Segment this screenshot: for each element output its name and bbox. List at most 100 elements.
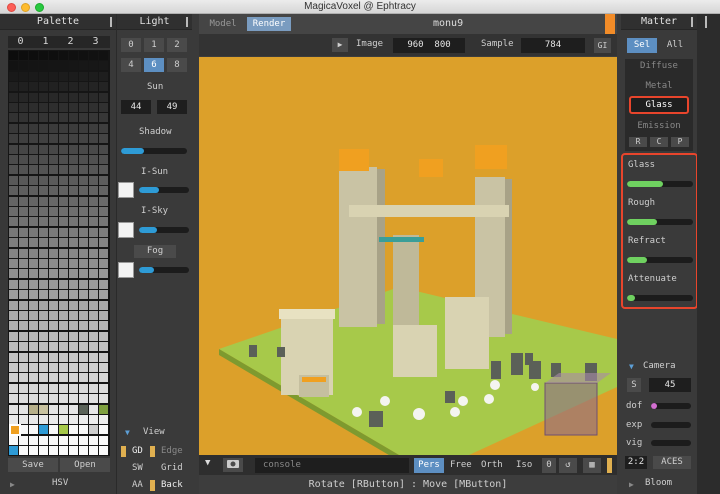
- palette-color-cell[interactable]: [89, 186, 98, 196]
- palette-color-cell[interactable]: [89, 300, 98, 310]
- palette-color-cell[interactable]: [9, 51, 18, 60]
- palette-color-cell[interactable]: [9, 227, 18, 237]
- palette-color-cell[interactable]: [69, 207, 78, 216]
- palette-color-cell[interactable]: [89, 363, 98, 372]
- matter-tab-all[interactable]: All: [659, 38, 691, 53]
- palette-color-cell[interactable]: [99, 144, 108, 154]
- palette-color-cell[interactable]: [9, 259, 18, 268]
- palette-color-cell[interactable]: [49, 342, 58, 352]
- palette-color-cell[interactable]: [89, 321, 98, 331]
- palette-color-cell[interactable]: [19, 415, 28, 424]
- palette-color-cell[interactable]: [69, 227, 78, 237]
- palette-color-cell[interactable]: [99, 123, 108, 133]
- palette-color-cell[interactable]: [69, 425, 78, 435]
- palette-color-cell[interactable]: [29, 259, 38, 268]
- palette-color-cell[interactable]: [9, 435, 18, 445]
- palette-color-cell[interactable]: [39, 113, 48, 123]
- collapse-arrow-icon[interactable]: ▼: [125, 428, 130, 437]
- palette-color-cell[interactable]: [39, 435, 48, 445]
- palette-color-cell[interactable]: [29, 279, 38, 289]
- palette-color-cell[interactable]: [89, 446, 98, 456]
- palette-color-cell[interactable]: [69, 415, 78, 424]
- mode-iso[interactable]: Iso: [516, 460, 532, 470]
- palette-color-cell[interactable]: [49, 186, 58, 196]
- palette-color-cell[interactable]: [49, 394, 58, 404]
- palette-color-cell[interactable]: [39, 300, 48, 310]
- dropdown-arrow-icon[interactable]: ▼: [205, 458, 210, 468]
- palette-color-cell[interactable]: [39, 134, 48, 144]
- palette-color-cell[interactable]: [79, 415, 88, 424]
- palette-color-cell[interactable]: [69, 321, 78, 331]
- palette-color-cell[interactable]: [39, 248, 48, 258]
- palette-color-cell[interactable]: [39, 311, 48, 320]
- palette-save-button[interactable]: Save: [8, 458, 58, 472]
- material-diffuse[interactable]: Diffuse: [625, 61, 693, 71]
- palette-color-cell[interactable]: [89, 279, 98, 289]
- palette-color-cell[interactable]: [19, 113, 28, 123]
- palette-color-cell[interactable]: [89, 373, 98, 383]
- palette-color-cell[interactable]: [69, 238, 78, 248]
- palette-color-cell[interactable]: [29, 61, 38, 71]
- palette-color-cell[interactable]: [79, 71, 88, 81]
- palette-color-cell[interactable]: [79, 342, 88, 352]
- palette-color-cell[interactable]: [69, 165, 78, 175]
- palette-color-cell[interactable]: [59, 61, 68, 71]
- palette-color-cell[interactable]: [19, 82, 28, 92]
- palette-color-cell[interactable]: [59, 217, 68, 227]
- palette-hsv-toggle[interactable]: HSV: [52, 478, 68, 488]
- palette-color-cell[interactable]: [29, 425, 38, 435]
- palette-color-cell[interactable]: [59, 175, 68, 185]
- shadow-slider[interactable]: [121, 148, 187, 154]
- back-toggle[interactable]: Back: [161, 480, 183, 490]
- sun-angle-2-field[interactable]: 49: [157, 100, 187, 114]
- palette-tab-0[interactable]: 0: [8, 36, 33, 48]
- fog-color-swatch[interactable]: [118, 262, 134, 278]
- palette-color-cell[interactable]: [89, 311, 98, 320]
- palette-color-cell[interactable]: [19, 71, 28, 81]
- palette-color-cell[interactable]: [39, 238, 48, 248]
- palette-color-cell[interactable]: [49, 51, 58, 60]
- palette-color-cell[interactable]: [79, 331, 88, 341]
- console-input[interactable]: console: [255, 458, 409, 473]
- palette-color-cell[interactable]: [29, 404, 38, 414]
- palette-color-cell[interactable]: [69, 196, 78, 206]
- palette-color-cell[interactable]: [69, 435, 78, 445]
- palette-color-cell[interactable]: [39, 196, 48, 206]
- palette-color-cell[interactable]: [19, 321, 28, 331]
- aces-button[interactable]: ACES: [653, 456, 691, 469]
- palette-color-cell[interactable]: [59, 113, 68, 123]
- palette-color-cell[interactable]: [29, 269, 38, 279]
- palette-color-cell[interactable]: [59, 311, 68, 320]
- palette-color-cell[interactable]: [79, 352, 88, 362]
- palette-color-cell[interactable]: [99, 300, 108, 310]
- palette-color-cell[interactable]: [89, 82, 98, 92]
- palette-color-cell[interactable]: [99, 155, 108, 164]
- dof-slider[interactable]: [651, 403, 691, 409]
- palette-color-cell[interactable]: [79, 300, 88, 310]
- palette-color-cell[interactable]: [79, 404, 88, 414]
- palette-color-cell[interactable]: [29, 321, 38, 331]
- palette-color-cell[interactable]: [79, 123, 88, 133]
- isun-slider[interactable]: [139, 187, 189, 193]
- palette-color-cell[interactable]: [29, 394, 38, 404]
- palette-color-cell[interactable]: [79, 321, 88, 331]
- palette-color-cell[interactable]: [29, 383, 38, 393]
- palette-color-cell[interactable]: [19, 165, 28, 175]
- palette-color-cell[interactable]: [9, 175, 18, 185]
- palette-color-cell[interactable]: [29, 186, 38, 196]
- palette-color-cell[interactable]: [79, 394, 88, 404]
- palette-color-cell[interactable]: [9, 123, 18, 133]
- palette-color-cell[interactable]: [69, 352, 78, 362]
- palette-color-cell[interactable]: [59, 71, 68, 81]
- palette-color-cell[interactable]: [69, 300, 78, 310]
- palette-color-cell[interactable]: [19, 435, 28, 445]
- tab-model[interactable]: Model: [203, 17, 243, 31]
- palette-color-cell[interactable]: [29, 290, 38, 300]
- palette-color-cell[interactable]: [59, 342, 68, 352]
- palette-color-cell[interactable]: [99, 373, 108, 383]
- light-number-8[interactable]: 8: [167, 58, 187, 72]
- palette-color-cell[interactable]: [99, 415, 108, 424]
- palette-color-cell[interactable]: [69, 446, 78, 456]
- palette-color-cell[interactable]: [9, 279, 18, 289]
- palette-color-cell[interactable]: [59, 259, 68, 268]
